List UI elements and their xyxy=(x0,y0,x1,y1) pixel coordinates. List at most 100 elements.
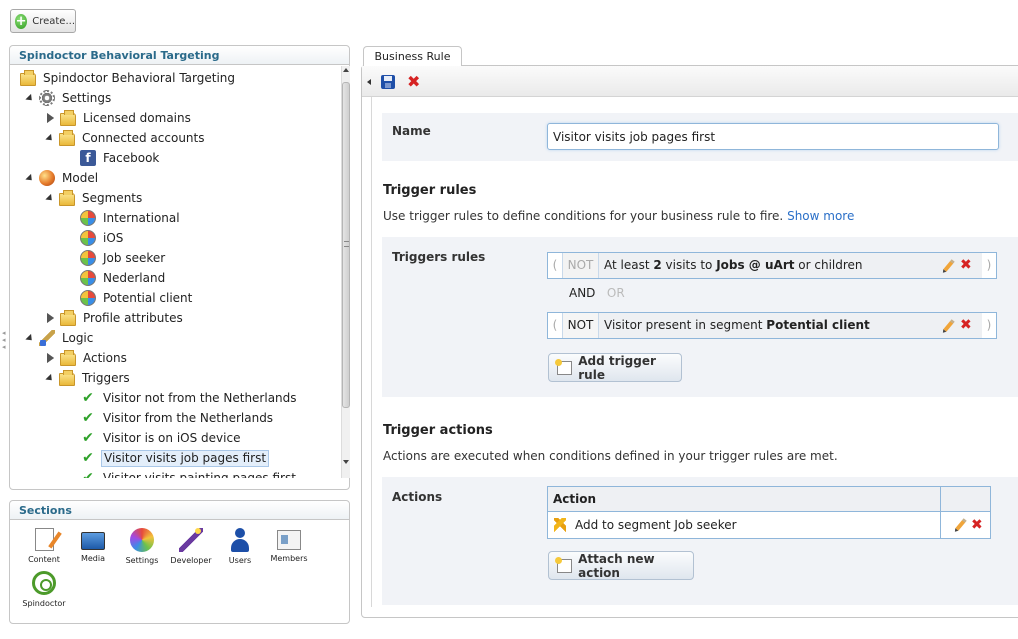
rule-text-part: or children xyxy=(794,258,863,272)
add-trigger-rule-label: Add trigger rule xyxy=(578,353,656,382)
expand-arrow-icon[interactable] xyxy=(25,173,35,183)
rule-text-part: At least xyxy=(604,258,654,272)
tree-item-label: Actions xyxy=(83,351,127,365)
section-content[interactable]: Content xyxy=(21,528,67,564)
expand-arrow-icon[interactable] xyxy=(45,133,55,143)
open-paren-toggle[interactable]: ( xyxy=(548,253,562,278)
content-tree: Spindoctor Behavioral Targeting Settings… xyxy=(10,66,333,478)
collapse-arrow-icon[interactable] xyxy=(47,313,54,323)
section-users[interactable]: Users xyxy=(217,528,263,565)
tree-item-licensed-domains[interactable]: Licensed domains xyxy=(47,108,193,128)
tree-item-label: Potential client xyxy=(103,291,193,305)
tree-item-label: Visitor from the Netherlands xyxy=(103,411,274,425)
attach-new-action-button[interactable]: Attach new action xyxy=(548,551,694,580)
tree-item-international[interactable]: International xyxy=(80,208,182,228)
section-media[interactable]: Media xyxy=(70,528,116,563)
edit-pencil-icon[interactable] xyxy=(955,518,967,531)
rule-text-part: Visitor present in segment xyxy=(604,318,767,332)
rule-text-part: visits to xyxy=(661,258,717,272)
or-label[interactable]: OR xyxy=(607,286,625,300)
section-developer[interactable]: Developer xyxy=(168,528,214,565)
tree-item-profile-attributes[interactable]: Profile attributes xyxy=(47,308,185,328)
trigger-rule-row[interactable]: ( NOT At least 2 visits to Jobs @ uArt o… xyxy=(547,252,997,279)
trigger-rule-row[interactable]: ( NOT Visitor present in segment Potenti… xyxy=(547,312,997,339)
tree-item-trigger[interactable]: ✔ Visitor is on iOS device xyxy=(80,428,242,448)
tree-item-label: iOS xyxy=(103,231,124,245)
open-paren-toggle[interactable]: ( xyxy=(548,313,562,338)
close-paren-toggle[interactable]: ) xyxy=(982,313,996,338)
tree-item-connected-accounts[interactable]: Connected accounts xyxy=(45,128,207,148)
section-settings[interactable]: Settings xyxy=(119,528,165,565)
save-icon[interactable] xyxy=(381,75,395,89)
delete-icon[interactable]: ✖ xyxy=(960,317,972,333)
scroll-thumb[interactable] xyxy=(342,82,350,408)
not-toggle[interactable]: NOT xyxy=(562,253,599,278)
tree-item-label: Triggers xyxy=(82,371,130,385)
tab-business-rule[interactable]: Business Rule xyxy=(363,46,462,66)
rule-actions: ✖ xyxy=(938,253,982,278)
and-label[interactable]: AND xyxy=(569,286,595,300)
close-paren-toggle[interactable]: ) xyxy=(982,253,996,278)
edit-pencil-icon[interactable] xyxy=(943,319,955,332)
logic-operator-toggle[interactable]: AND OR xyxy=(569,286,625,300)
tree-item-job-seeker[interactable]: Job seeker xyxy=(80,248,167,268)
create-button[interactable]: + Create... xyxy=(10,9,76,33)
tree-item-label: Visitor not from the Netherlands xyxy=(103,391,297,405)
collapse-left-icon[interactable] xyxy=(367,79,371,85)
show-more-link[interactable]: Show more xyxy=(787,209,854,223)
model-icon xyxy=(39,170,55,186)
delete-icon[interactable]: ✖ xyxy=(971,512,983,538)
rule-text-part: Jobs @ uArt xyxy=(716,258,795,272)
delete-icon[interactable]: ✖ xyxy=(407,72,420,91)
trigger-rules-description-text: Use trigger rules to define conditions f… xyxy=(383,209,784,223)
tree-item-trigger[interactable]: ✔ Visitor not from the Netherlands xyxy=(80,388,299,408)
tree-item-segments[interactable]: Segments xyxy=(45,188,144,208)
tree-item-label: Visitor visits job pages first xyxy=(101,449,270,467)
collapse-arrow-icon[interactable] xyxy=(47,353,54,363)
splitter-grip-icon[interactable]: ◂ ◂ ◂ xyxy=(2,330,7,354)
section-spindoctor[interactable]: Spindoctor xyxy=(21,571,67,608)
expand-arrow-icon[interactable] xyxy=(25,93,35,103)
expand-arrow-icon[interactable] xyxy=(25,333,35,343)
delete-icon[interactable]: ✖ xyxy=(960,257,972,273)
section-members[interactable]: Members xyxy=(266,528,312,563)
tree-item-label: Facebook xyxy=(103,151,160,165)
scroll-down-icon[interactable] xyxy=(343,460,349,464)
editor-divider xyxy=(371,97,372,607)
sections-panel: Sections Content Media Settings Develope… xyxy=(9,500,350,624)
tree-item-label: Visitor is on iOS device xyxy=(103,431,241,445)
tree-item-triggers[interactable]: Triggers xyxy=(45,368,132,388)
expand-arrow-icon[interactable] xyxy=(45,193,55,203)
tree-item-potential-client[interactable]: Potential client xyxy=(80,288,194,308)
tree-item-root[interactable]: Spindoctor Behavioral Targeting xyxy=(20,68,237,88)
tree-item-nederland[interactable]: Nederland xyxy=(80,268,167,288)
scroll-up-icon[interactable] xyxy=(343,68,349,72)
tree-item-label: Settings xyxy=(62,91,112,105)
add-trigger-rule-button[interactable]: Add trigger rule xyxy=(548,353,682,382)
tree-item-ios[interactable]: iOS xyxy=(80,228,125,248)
tree-item-trigger-selected[interactable]: ✔ Visitor visits job pages first xyxy=(80,448,270,468)
action-column-header: Action xyxy=(553,492,597,506)
section-label: Content xyxy=(28,555,60,564)
action-row[interactable]: Add to segment Job seeker ✖ xyxy=(548,512,990,538)
tree-item-settings[interactable]: Settings xyxy=(25,88,113,108)
lightning-bolt-icon xyxy=(554,518,566,532)
edit-pencil-icon[interactable] xyxy=(943,259,955,272)
trigger-rules-description: Use trigger rules to define conditions f… xyxy=(383,209,854,223)
business-rule-editor: ✖ Name Trigger rules Use trigger rules t… xyxy=(361,65,1018,618)
trigger-rules-heading: Trigger rules xyxy=(383,183,477,198)
tree-item-logic[interactable]: Logic xyxy=(25,328,95,348)
section-label: Members xyxy=(270,554,308,563)
tree-item-trigger[interactable]: ✔ Visitor from the Netherlands xyxy=(80,408,275,428)
tree-item-facebook[interactable]: f Facebook xyxy=(80,148,161,168)
tree-scrollbar[interactable] xyxy=(341,66,350,478)
rule-text-part: 2 xyxy=(653,258,662,272)
name-input[interactable] xyxy=(547,123,999,150)
not-toggle[interactable]: NOT xyxy=(562,313,599,338)
tree-item-model[interactable]: Model xyxy=(25,168,100,188)
collapse-arrow-icon[interactable] xyxy=(47,113,54,123)
expand-arrow-icon[interactable] xyxy=(45,373,55,383)
tree-item-actions[interactable]: Actions xyxy=(47,348,129,368)
tree-item-trigger[interactable]: ✔ Visitor visits painting pages first xyxy=(80,468,298,478)
top-toolbar: + Create... xyxy=(0,0,1018,42)
